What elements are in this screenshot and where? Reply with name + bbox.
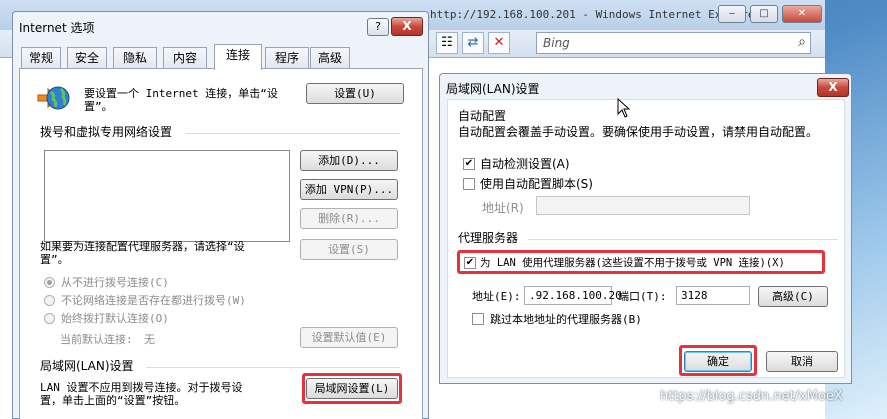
divider bbox=[528, 239, 838, 240]
setup-hint-cont: 置”。 bbox=[84, 100, 113, 113]
divider bbox=[146, 367, 400, 368]
proxy-section-title: 代理服务器 bbox=[458, 231, 519, 245]
divider bbox=[186, 133, 400, 134]
auto-script-label[interactable]: 使用自动配置脚本(S) bbox=[480, 178, 593, 191]
tab-connections[interactable]: 连接 bbox=[214, 44, 262, 70]
use-proxy-checkbox[interactable]: ✔ bbox=[464, 257, 476, 269]
script-address-input[interactable] bbox=[536, 196, 750, 215]
radio-dial-whenever[interactable] bbox=[44, 295, 55, 306]
tab-general[interactable]: 常规 bbox=[21, 47, 61, 69]
stop-icon[interactable]: ✕ bbox=[488, 32, 510, 54]
auto-config-hint: 自动配置会覆盖手动设置。要确保使用手动设置，请禁用自动配置。 bbox=[458, 125, 819, 139]
radio-dial-whenever-label: 不论网络连接是否存在都进行拨号(W) bbox=[61, 294, 246, 307]
search-icon[interactable]: ⌕ bbox=[798, 34, 806, 50]
compatibility-view-icon[interactable]: ☷ bbox=[436, 32, 458, 54]
proxy-port-label: 端口(T): bbox=[618, 290, 667, 303]
tab-security[interactable]: 安全 bbox=[67, 47, 107, 69]
add-button[interactable]: 添加(D)... bbox=[300, 150, 398, 171]
tab-content[interactable]: 内容 bbox=[163, 47, 207, 69]
tab-programs[interactable]: 程序 bbox=[265, 47, 309, 69]
connection-list[interactable] bbox=[44, 150, 290, 242]
advanced-button[interactable]: 高级(C) bbox=[758, 286, 828, 307]
setup-button[interactable]: 设置(U) bbox=[306, 83, 404, 104]
tab-advanced[interactable]: 高级 bbox=[310, 47, 350, 69]
settings-button[interactable]: 设置(S) bbox=[300, 239, 398, 260]
ok-button[interactable]: 确定 bbox=[684, 351, 752, 372]
setup-hint: 要设置一个 Internet 连接，单击“设 bbox=[84, 87, 278, 100]
radio-never-dial[interactable] bbox=[44, 277, 55, 288]
auto-script-checkbox[interactable] bbox=[463, 178, 475, 190]
watermark-text: https://blog.csdn.net/xMoeX bbox=[660, 389, 843, 404]
proxy-address-input[interactable]: .92.168.100.20 bbox=[524, 286, 622, 305]
close-icon[interactable]: X bbox=[817, 78, 849, 97]
proxy-hint: 如果要为连接配置代理服务器，请选择“设 bbox=[40, 240, 245, 253]
proxy-address-label: 地址(E): bbox=[472, 290, 521, 303]
radio-always-dial[interactable] bbox=[44, 313, 55, 324]
minimize-icon[interactable]: ‒ bbox=[718, 5, 746, 23]
lan-settings-panel: 自动配置 自动配置会覆盖手动设置。要确保使用手动设置，请禁用自动配置。 ✔ 自动… bbox=[447, 99, 845, 378]
set-default-button[interactable]: 设置默认值(E) bbox=[300, 327, 398, 348]
radio-never-dial-label: 从不进行拨号连接(C) bbox=[61, 276, 169, 289]
lan-hint: LAN 设置不应用到拨号连接。对于拨号设 bbox=[40, 381, 243, 394]
maximize-icon[interactable]: □ bbox=[750, 5, 778, 23]
use-proxy-label[interactable]: 为 LAN 使用代理服务器(这些设置不用于拨号或 VPN 连接)(X) bbox=[480, 257, 785, 270]
auto-detect-checkbox[interactable]: ✔ bbox=[463, 158, 475, 170]
add-vpn-button[interactable]: 添加 VPN(P)... bbox=[300, 179, 398, 200]
bypass-local-label[interactable]: 跳过本地地址的代理服务器(B) bbox=[490, 313, 642, 326]
search-input[interactable]: Bing bbox=[543, 36, 570, 50]
mouse-cursor-icon bbox=[617, 98, 631, 118]
lan-settings-dialog: 局域网(LAN)设置 X 自动配置 自动配置会覆盖手动设置。要确保使用手动设置，… bbox=[439, 73, 852, 384]
auto-config-section-title: 自动配置 bbox=[458, 109, 507, 123]
auto-detect-label[interactable]: 自动检测设置(A) bbox=[480, 158, 570, 171]
dialup-section-title: 拨号和虚拟专用网络设置 bbox=[40, 125, 173, 139]
delete-button[interactable]: 删除(R)... bbox=[300, 208, 398, 229]
refresh-icon[interactable]: ⇄ bbox=[462, 32, 484, 54]
close-icon[interactable]: ✕ bbox=[782, 5, 822, 23]
search-box[interactable]: Bing ⌕ bbox=[536, 32, 811, 54]
dialog-title: Internet 选项 bbox=[19, 21, 95, 35]
radio-always-dial-label: 始终拨打默认连接(O) bbox=[61, 312, 169, 325]
proxy-port-input[interactable]: 3128 bbox=[676, 286, 750, 305]
lan-section-title: 局域网(LAN)设置 bbox=[40, 359, 134, 373]
internet-globe-icon bbox=[37, 86, 70, 110]
lan-hint-cont: 置，单击上面的“设置”按钮。 bbox=[40, 394, 186, 407]
dialog-title: 局域网(LAN)设置 bbox=[446, 82, 540, 96]
connections-panel: 要设置一个 Internet 连接，单击“设 置”。 设置(U) 拨号和虚拟专用… bbox=[19, 68, 423, 419]
script-address-label: 地址(R) bbox=[482, 201, 524, 215]
current-default-label: 当前默认连接: bbox=[60, 333, 133, 346]
tab-privacy[interactable]: 隐私 bbox=[113, 47, 157, 69]
proxy-hint-cont: 置”。 bbox=[40, 253, 69, 266]
browser-title: http://192.168.100.201 - Windows Interne… bbox=[430, 8, 762, 21]
internet-options-dialog: Internet 选项 ? X 常规 安全 隐私 内容 连接 程序 高级 要设置… bbox=[12, 11, 429, 419]
cancel-button[interactable]: 取消 bbox=[766, 351, 838, 372]
close-icon[interactable]: X bbox=[391, 17, 423, 36]
current-default-value: 无 bbox=[144, 333, 155, 346]
bypass-local-checkbox[interactable] bbox=[472, 313, 484, 325]
help-icon[interactable]: ? bbox=[367, 18, 389, 36]
lan-settings-button[interactable]: 局域网设置(L) bbox=[306, 378, 398, 399]
